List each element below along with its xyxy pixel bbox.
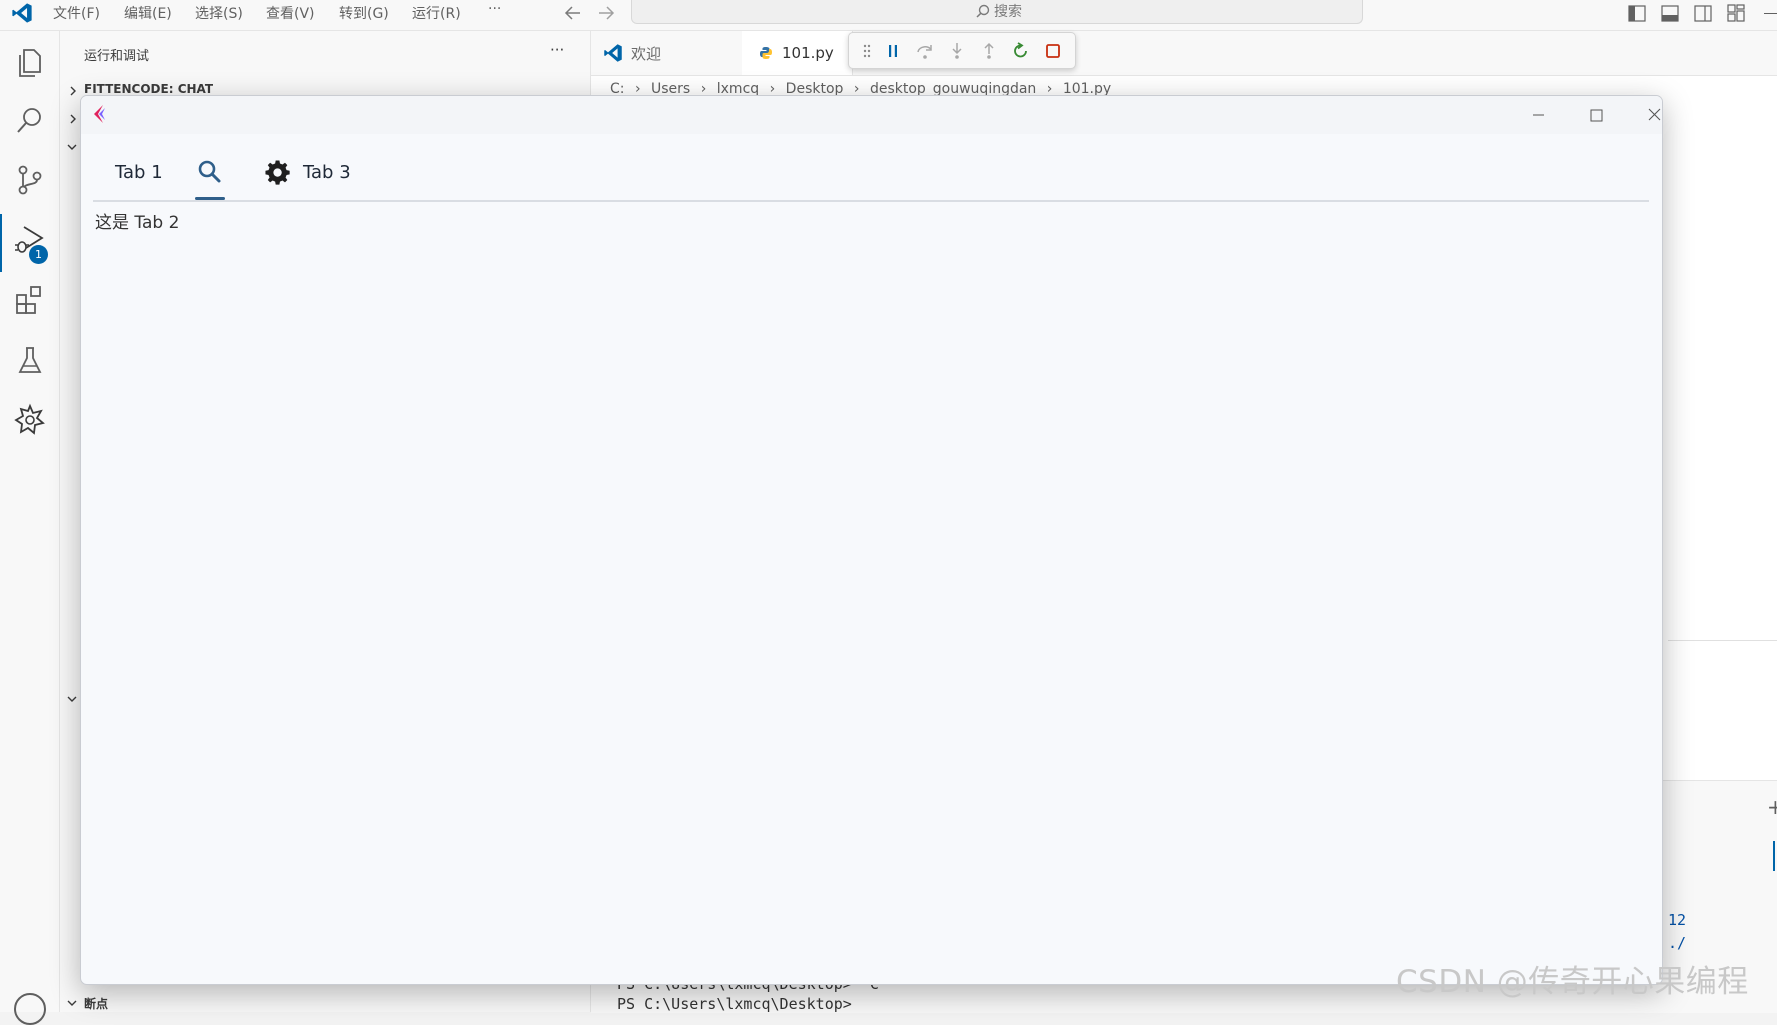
app-title-bar[interactable] [81,96,1662,134]
forward-arrow-icon[interactable] [596,4,616,22]
tab-content-text: 这是 Tab 2 [95,213,180,233]
active-indicator [0,214,2,272]
explorer-icon[interactable] [12,44,48,80]
customize-layout-icon[interactable] [1727,4,1745,22]
menu-run[interactable]: 运行(R) [412,3,461,23]
stop-icon[interactable] [1043,41,1063,61]
terminal-fragment: ./ [1668,934,1687,952]
window-close-button[interactable] [1631,100,1662,130]
search-icon [196,158,222,184]
app-tab-2[interactable] [183,146,237,200]
testing-flask-icon[interactable] [12,342,48,378]
back-arrow-icon[interactable] [563,4,583,22]
search-placeholder: 搜索 [994,4,1022,20]
flutter-app-icon [91,104,109,124]
step-out-icon[interactable] [979,41,999,61]
extensions-icon[interactable] [12,282,48,318]
menu-file[interactable]: 文件(F) [53,3,100,23]
search-icon[interactable] [12,102,48,138]
account-icon[interactable] [14,993,46,1025]
vscode-logo-icon [11,2,33,24]
window-maximize-button[interactable] [1573,100,1619,130]
python-file-icon [759,46,773,60]
terminal-tab-indicator [1773,841,1775,871]
chevron-down-icon[interactable] [66,998,78,1008]
new-terminal-button[interactable]: + [1767,795,1777,819]
title-bar: 文件(F) 编辑(E) 选择(S) 查看(V) 转到(G) 运行(R) ··· … [0,0,1777,31]
section-breakpoints[interactable]: 断点 [84,995,108,1012]
tab-label: 欢迎 [631,45,662,63]
tab-label: 101.py [782,44,834,62]
menu-go[interactable]: 转到(G) [339,3,389,23]
terminal-line: PS C:\Users\lxmcq\Desktop> [617,995,852,1013]
activity-bar: 1 [0,31,60,1025]
step-over-icon[interactable] [915,41,935,61]
section-fittencode-chat[interactable]: FITTENCODE: CHAT [84,82,213,96]
menu-more[interactable]: ··· [488,1,501,17]
debug-toolbar [848,32,1076,69]
toggle-secondary-sidebar-icon[interactable] [1694,5,1712,22]
toggle-panel-icon[interactable] [1661,5,1679,22]
app-tab-label: Tab 1 [115,162,163,183]
chevron-down-icon[interactable] [66,142,78,152]
drag-handle-icon[interactable] [857,41,877,61]
fittencode-icon[interactable] [12,402,48,438]
command-center-search[interactable]: 搜索 [631,0,1363,24]
toggle-primary-sidebar-icon[interactable] [1628,5,1646,22]
app-tab-3[interactable]: Tab 3 [253,146,373,200]
sidebar-more-button[interactable]: ··· [550,41,564,59]
terminal-fragment: 12 [1668,911,1687,929]
restart-icon[interactable] [1011,41,1031,61]
gear-icon [265,160,291,186]
app-window: Tab 1 Tab 3 这是 Tab 2 [80,95,1663,985]
chevron-right-icon[interactable] [68,85,78,97]
tab-welcome[interactable]: 欢迎 [591,31,741,75]
menu-edit[interactable]: 编辑(E) [124,3,172,23]
tab-101-py[interactable]: 101.py [742,31,853,75]
source-control-icon[interactable] [12,162,48,198]
divider [1668,640,1777,641]
app-tab-bar: Tab 1 Tab 3 [93,146,1649,202]
debug-count-badge: 1 [29,245,48,264]
active-tab-indicator [195,197,225,200]
window-minimize-button[interactable] [1515,100,1561,130]
sidebar-title: 运行和调试 [84,49,150,64]
minimize-icon[interactable] [1764,13,1777,14]
step-into-icon[interactable] [947,41,967,61]
app-tab-label: Tab 3 [303,162,351,183]
app-tab-1[interactable]: Tab 1 [99,146,181,200]
menu-selection[interactable]: 选择(S) [195,3,243,23]
vscode-logo-icon [603,43,623,63]
chevron-down-icon[interactable] [66,694,78,704]
pause-icon[interactable] [883,41,903,61]
menu-view[interactable]: 查看(V) [266,3,315,23]
chevron-right-icon[interactable] [68,113,78,125]
watermark: CSDN @传奇开心果编程 [1396,964,1749,1000]
